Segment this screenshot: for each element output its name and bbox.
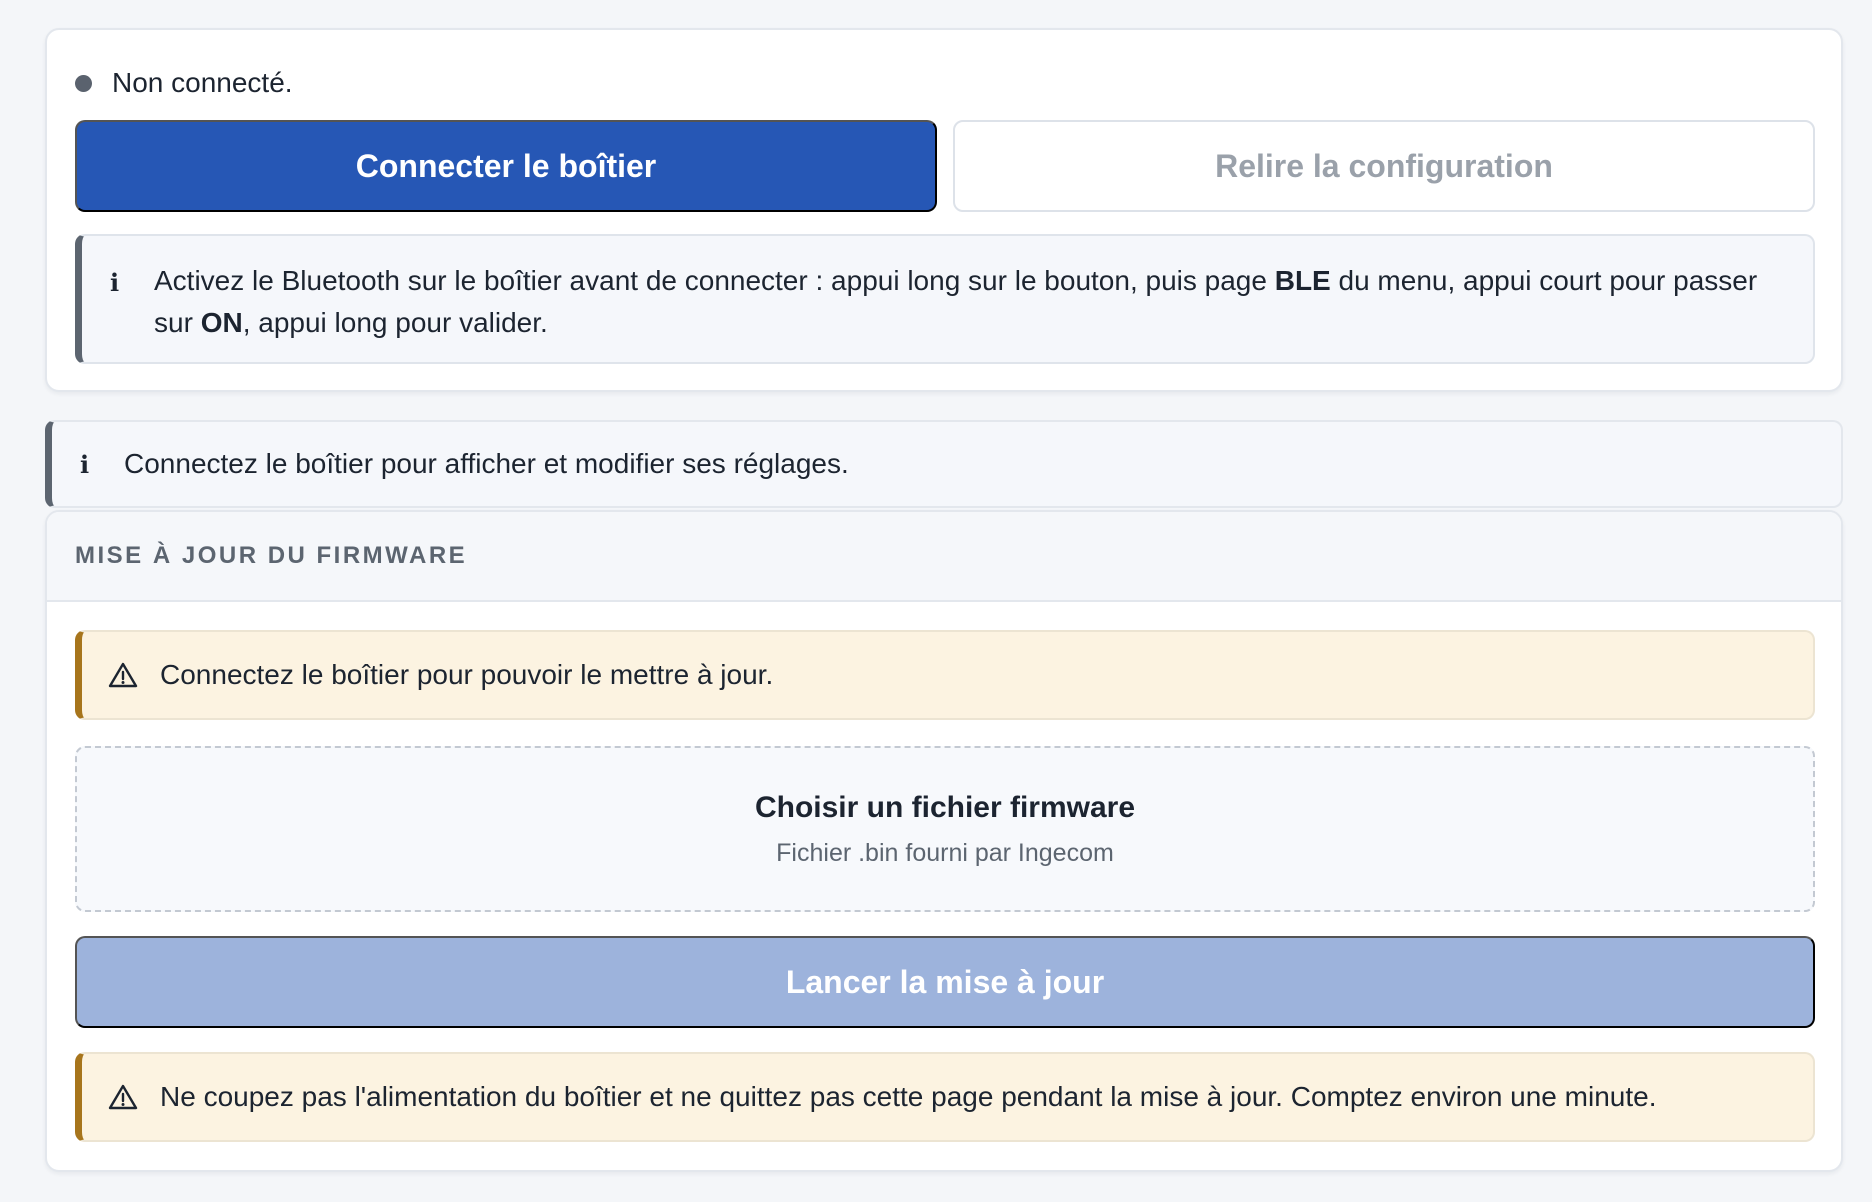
firmware-title: Mise à jour du firmware <box>75 542 468 569</box>
connect-device-button[interactable]: Connecter le boîtier <box>75 120 937 212</box>
firmware-file-picker[interactable]: Choisir un fichier firmware Fichier .bin… <box>75 746 1815 912</box>
info-icon: i <box>110 268 120 297</box>
firmware-card: Mise à jour du firmware Connectez le boî… <box>45 510 1843 1172</box>
info-icon: i <box>80 449 90 479</box>
status-dot-icon <box>75 74 92 92</box>
connection-card: Non connecté. Connecter le boîtier Relir… <box>45 28 1843 392</box>
page: Non connecté. Connecter le boîtier Relir… <box>0 0 1872 1202</box>
bluetooth-info-box: i Activez le Bluetooth sur le boîtier av… <box>75 234 1815 364</box>
warning-icon <box>108 1084 138 1110</box>
connect-warning-text: Connectez le boîtier pour pouvoir le met… <box>160 659 774 690</box>
warning-icon <box>108 662 138 688</box>
settings-notice-text: Connectez le boîtier pour afficher et mo… <box>124 448 849 479</box>
reread-config-button[interactable]: Relire la configuration <box>953 120 1815 212</box>
info-text-part: Activez le Bluetooth sur le boîtier avan… <box>154 265 1275 296</box>
info-text-part: , appui long pour valider. <box>242 307 548 338</box>
info-text-ble: BLE <box>1274 265 1331 296</box>
file-picker-subtitle: Fichier .bin fourni par Ingecom <box>776 838 1114 867</box>
file-picker-title: Choisir un fichier firmware <box>754 790 1136 824</box>
info-text-on: ON <box>200 307 243 338</box>
power-warning: Ne coupez pas l'alimentation du boîtier … <box>75 1052 1815 1142</box>
bluetooth-info-text: Activez le Bluetooth sur le boîtier avan… <box>154 260 1783 362</box>
power-warning-text: Ne coupez pas l'alimentation du boîtier … <box>160 1081 1657 1112</box>
launch-update-button[interactable]: Lancer la mise à jour <box>75 936 1815 1028</box>
connect-warning: Connectez le boîtier pour pouvoir le met… <box>75 630 1815 720</box>
settings-notice: i Connectez le boîtier pour afficher et … <box>45 420 1843 508</box>
connection-status: Non connecté. <box>75 64 293 102</box>
firmware-header: Mise à jour du firmware <box>47 512 1841 602</box>
status-text: Non connecté. <box>112 67 293 98</box>
